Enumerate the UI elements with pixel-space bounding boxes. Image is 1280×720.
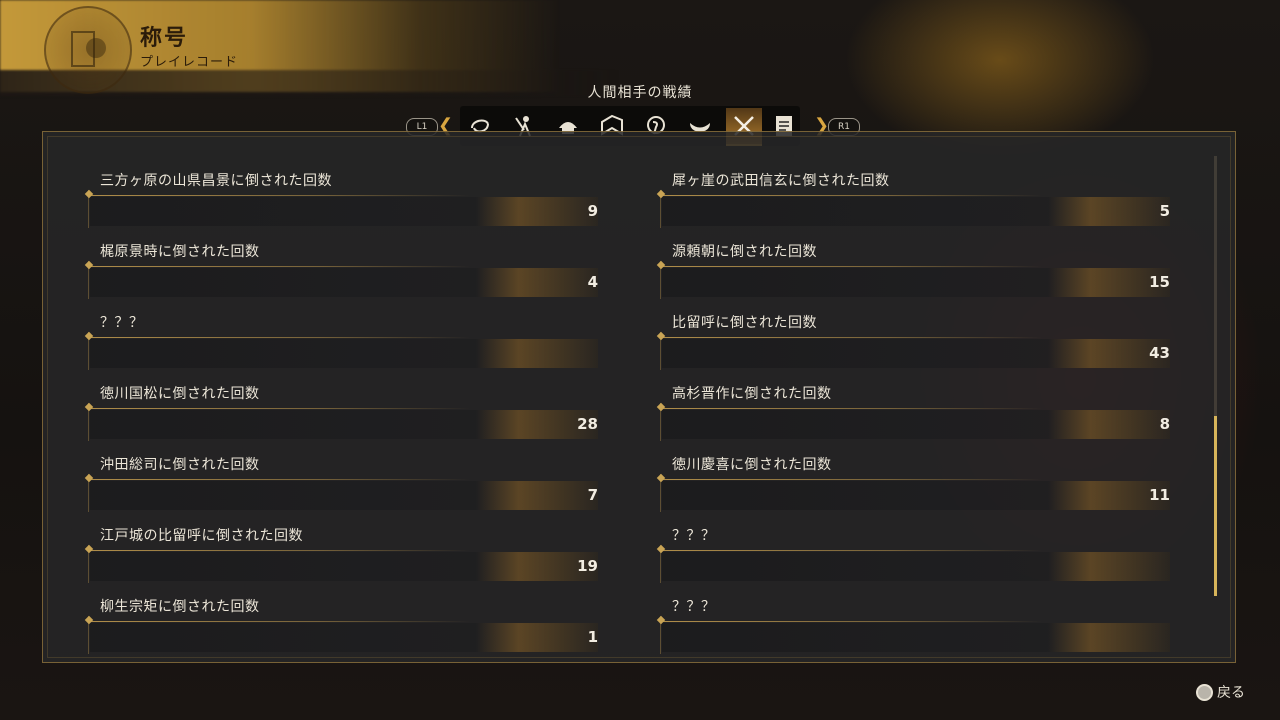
stat-value: 8: [1159, 415, 1170, 433]
stat-row[interactable]: 比留呼に倒された回数 43: [656, 306, 1170, 370]
stat-underline: [662, 195, 1042, 196]
stat-value-glow: [476, 268, 598, 297]
stat-underline: [90, 479, 470, 480]
stat-underline: [90, 621, 470, 622]
stat-underline: [90, 550, 470, 551]
stat-row[interactable]: 梶原景時に倒された回数 4: [84, 235, 598, 299]
stat-label: ？？？: [100, 315, 144, 331]
stat-label: ？？？: [672, 528, 716, 544]
stat-underline: [662, 337, 1042, 338]
stat-row[interactable]: ？？？: [84, 306, 598, 370]
stat-underline: [90, 266, 470, 267]
stat-row[interactable]: 江戸城の比留呼に倒された回数 19: [84, 519, 598, 583]
stat-label: 高杉晋作に倒された回数: [672, 386, 832, 402]
stat-value-glow: [476, 197, 598, 226]
stat-row[interactable]: 三方ヶ原の山県昌景に倒された回数 9: [84, 164, 598, 228]
stat-value: 11: [1149, 486, 1170, 504]
stat-value: 28: [577, 415, 598, 433]
stat-value-glow: [476, 339, 598, 368]
stat-label: 源頼朝に倒された回数: [672, 244, 817, 260]
stat-value: 4: [587, 273, 598, 291]
circle-button-icon: [1196, 683, 1213, 701]
stat-underline: [662, 621, 1042, 622]
stat-value-glow: [1048, 623, 1170, 652]
stat-value-glow: [1048, 410, 1170, 439]
stat-value: 5: [1159, 202, 1170, 220]
stat-row[interactable]: 沖田総司に倒された回数 7: [84, 448, 598, 512]
stat-label: ？？？: [672, 599, 716, 615]
stat-value: 19: [577, 557, 598, 575]
stat-value-glow: [476, 481, 598, 510]
back-button[interactable]: 戻る: [1196, 682, 1245, 702]
stat-row[interactable]: ？？？: [656, 590, 1170, 654]
stat-label: 柳生宗矩に倒された回数: [100, 599, 260, 615]
screen-subtitle: プレイレコード: [140, 55, 239, 70]
stat-label: 沖田総司に倒された回数: [100, 457, 260, 473]
screen-title: 称号: [140, 26, 189, 51]
category-title: 人間相手の戦績: [587, 85, 693, 101]
stat-label: 三方ヶ原の山県昌景に倒された回数: [100, 173, 332, 189]
stat-row[interactable]: 源頼朝に倒された回数 15: [656, 235, 1170, 299]
stat-label: 梶原景時に倒された回数: [100, 244, 260, 260]
stat-underline: [90, 408, 470, 409]
stat-underline: [662, 550, 1042, 551]
stat-label: 比留呼に倒された回数: [672, 315, 817, 331]
stat-label: 徳川国松に倒された回数: [100, 386, 260, 402]
stat-underline: [90, 337, 470, 338]
stat-row[interactable]: 徳川慶喜に倒された回数 11: [656, 448, 1170, 512]
stat-underline: [90, 195, 470, 196]
title-emblem-icon: [44, 6, 132, 94]
stat-value: 7: [587, 486, 598, 504]
stat-value: 43: [1149, 344, 1170, 362]
stat-label: 犀ヶ崖の武田信玄に倒された回数: [672, 173, 890, 189]
stat-row[interactable]: 高杉晋作に倒された回数 8: [656, 377, 1170, 441]
stat-underline: [662, 479, 1042, 480]
stat-value-glow: [1048, 197, 1170, 226]
stat-row[interactable]: 犀ヶ崖の武田信玄に倒された回数 5: [656, 164, 1170, 228]
back-label: 戻る: [1217, 685, 1245, 701]
stat-underline: [662, 266, 1042, 267]
stat-underline: [662, 408, 1042, 409]
stat-row[interactable]: ？？？: [656, 519, 1170, 583]
stat-value: 15: [1149, 273, 1170, 291]
stat-value: 9: [587, 202, 598, 220]
stat-value-glow: [1048, 552, 1170, 581]
scrollbar-thumb[interactable]: [1214, 416, 1217, 596]
stat-label: 徳川慶喜に倒された回数: [672, 457, 832, 473]
stat-row[interactable]: 柳生宗矩に倒された回数 1: [84, 590, 598, 654]
stat-label: 江戸城の比留呼に倒された回数: [100, 528, 303, 544]
stat-row[interactable]: 徳川国松に倒された回数 28: [84, 377, 598, 441]
stat-value: 1: [587, 628, 598, 646]
stat-value-glow: [476, 623, 598, 652]
